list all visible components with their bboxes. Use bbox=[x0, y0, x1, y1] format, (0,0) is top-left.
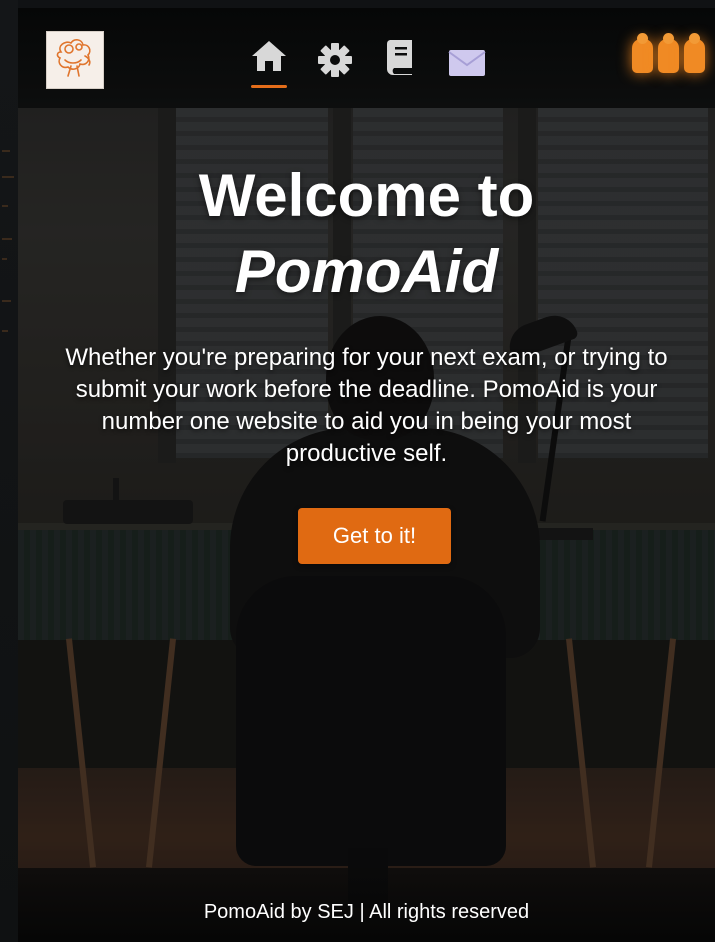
pomodoro-token-icon bbox=[632, 33, 653, 73]
hero-title-line1: Welcome to bbox=[198, 162, 535, 229]
get-to-it-button[interactable]: Get to it! bbox=[298, 508, 451, 564]
pomodoro-token-icon bbox=[684, 33, 705, 73]
background-study-room-image bbox=[18, 8, 715, 942]
pomodoro-counter bbox=[632, 33, 705, 73]
hero-title-brand: PomoAid bbox=[234, 238, 499, 305]
pomoaid-logo[interactable] bbox=[46, 31, 104, 89]
pomodoro-token-icon bbox=[658, 33, 679, 73]
book-icon bbox=[386, 40, 412, 75]
nav-settings[interactable] bbox=[314, 38, 356, 82]
hero-description: Whether you're preparing for your next e… bbox=[65, 344, 668, 467]
nav-contact[interactable] bbox=[446, 38, 488, 82]
hero-section: Welcome to PomoAid Whether you're prepar… bbox=[18, 158, 715, 470]
main-nav bbox=[248, 38, 488, 98]
hero-title: Welcome to PomoAid bbox=[18, 158, 715, 310]
site-header bbox=[18, 8, 715, 108]
left-gutter bbox=[0, 0, 18, 942]
page: Welcome to PomoAid Whether you're prepar… bbox=[18, 8, 715, 942]
nav-home[interactable] bbox=[248, 38, 290, 88]
footer-copyright: PomoAid by SEJ | All rights reserved bbox=[203, 901, 530, 923]
nav-guide[interactable] bbox=[380, 38, 422, 82]
site-footer: PomoAid by SEJ | All rights reserved bbox=[18, 868, 715, 942]
home-icon bbox=[252, 41, 286, 71]
gear-icon bbox=[318, 43, 352, 77]
mail-icon bbox=[448, 50, 486, 76]
browser-viewport: Welcome to PomoAid Whether you're prepar… bbox=[0, 0, 715, 942]
